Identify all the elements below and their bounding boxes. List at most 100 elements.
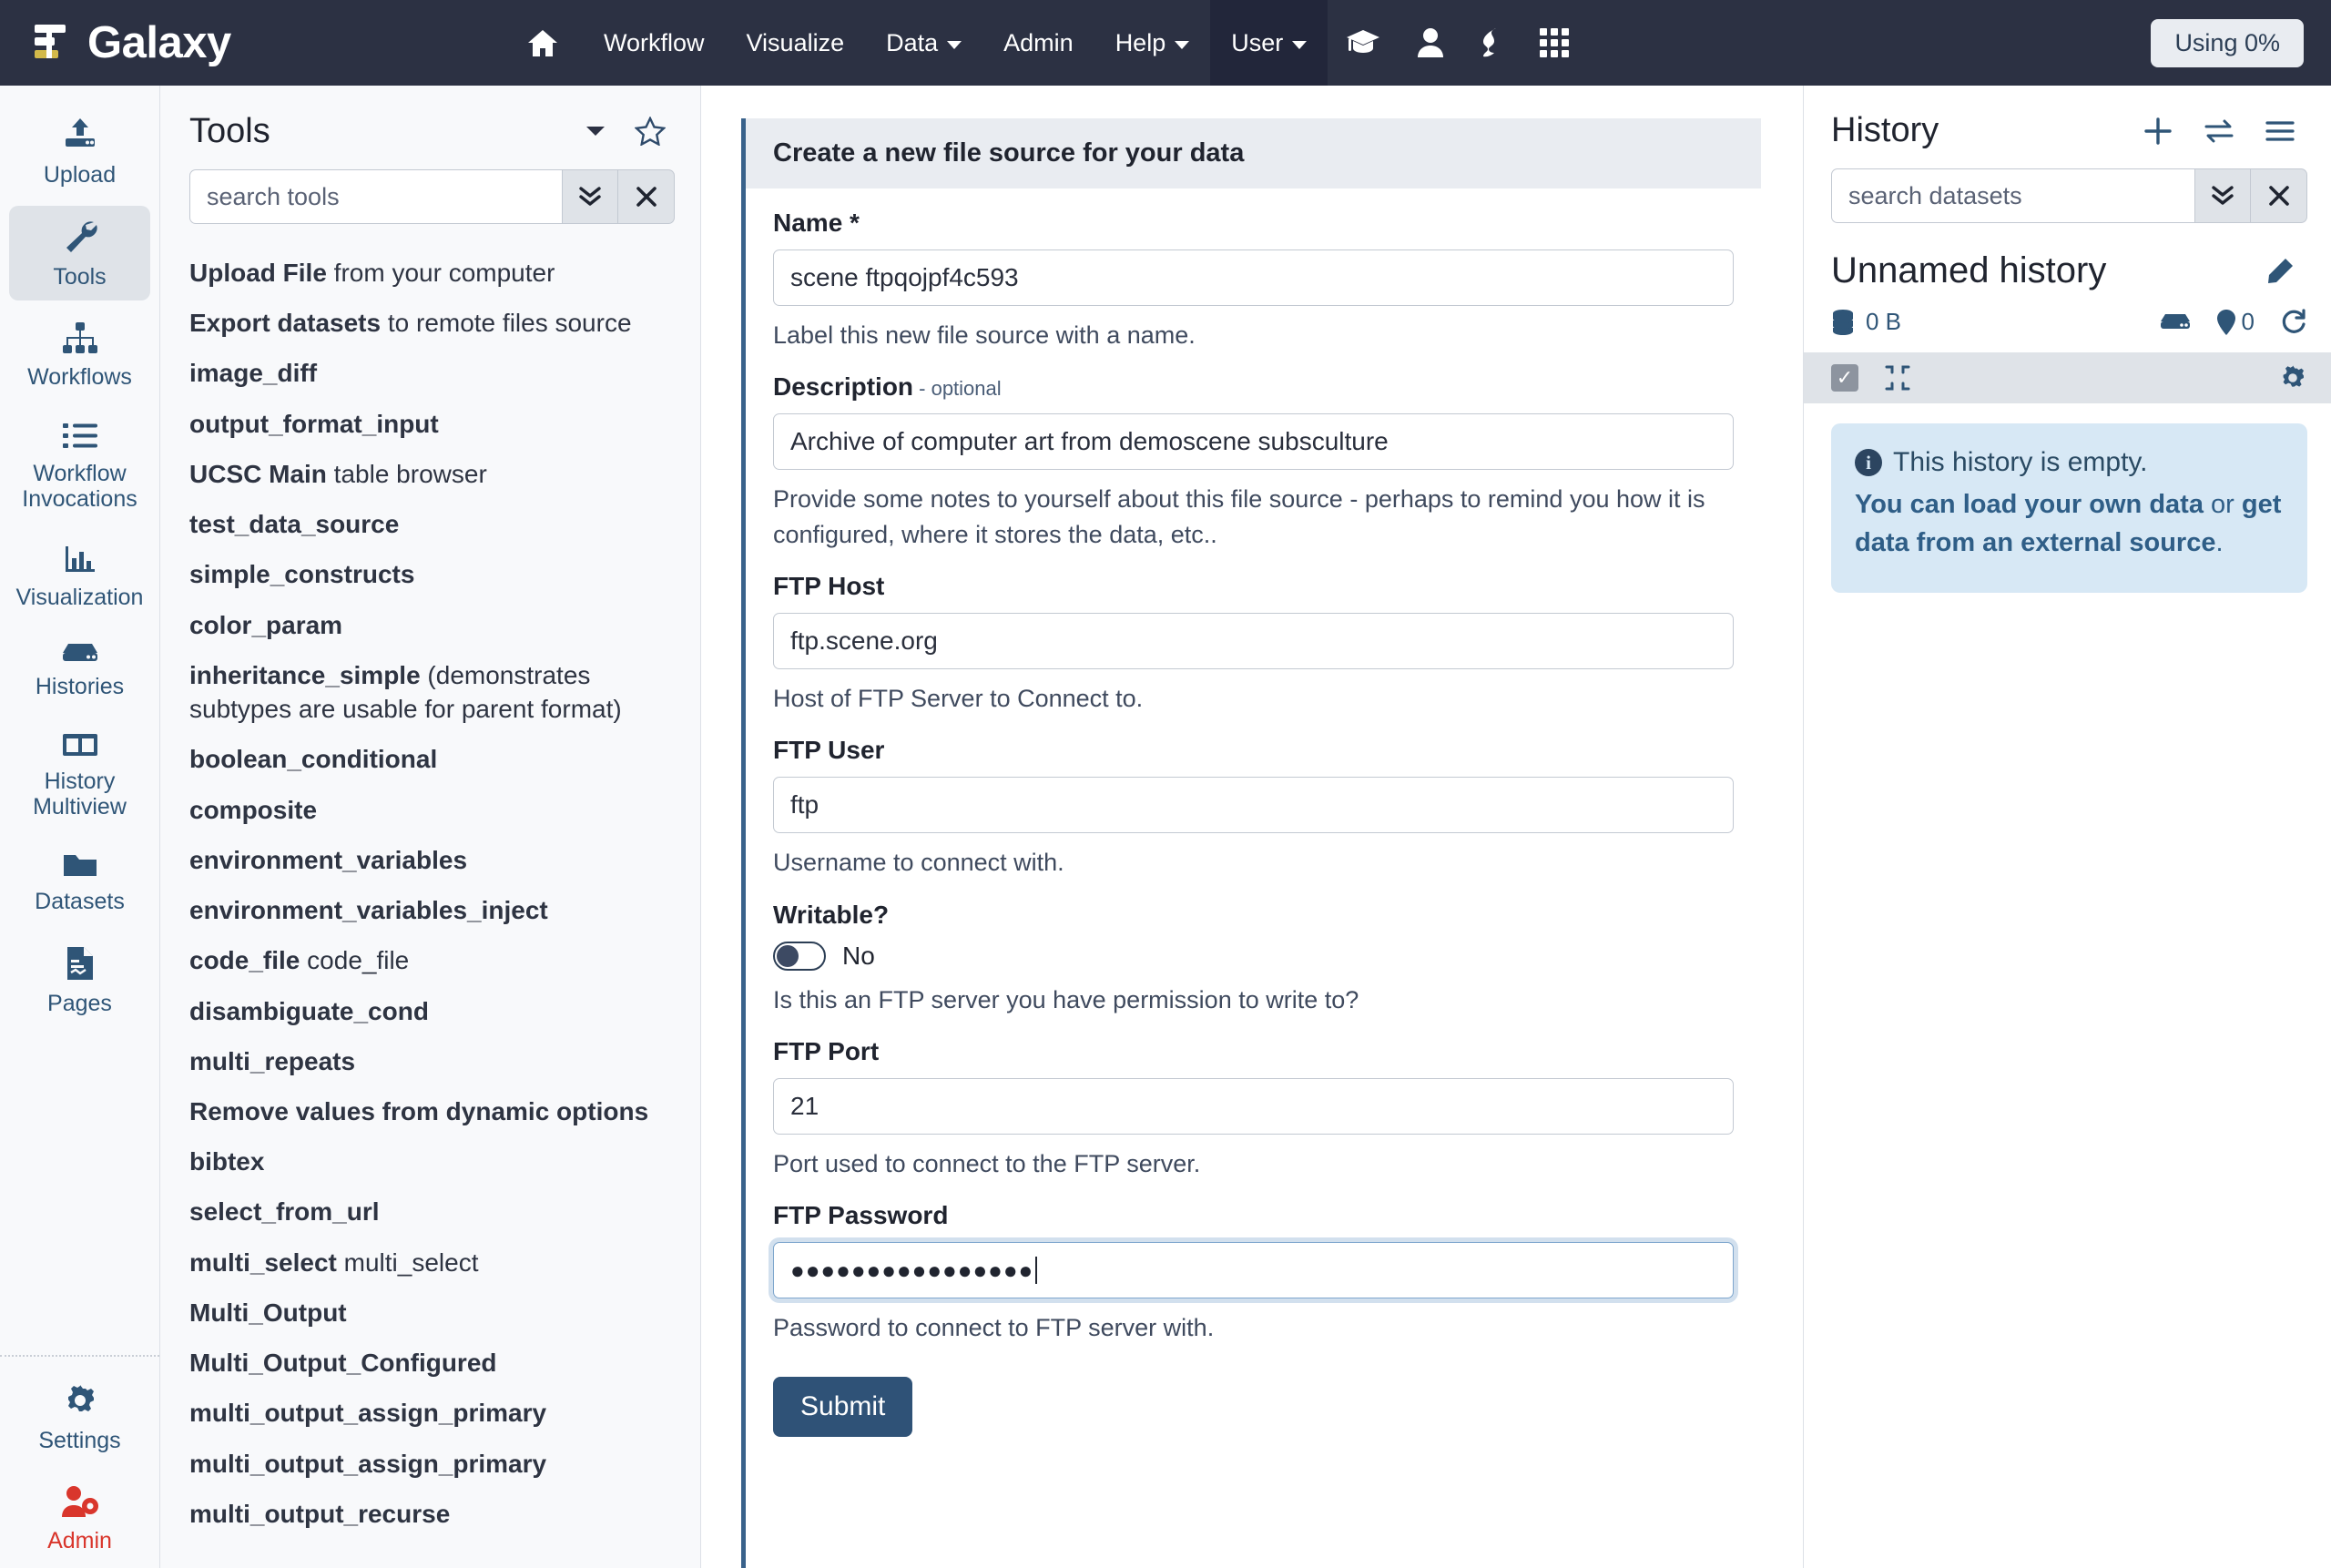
- activity-item-admin[interactable]: Admin: [9, 1471, 150, 1564]
- writable-toggle[interactable]: [773, 942, 826, 971]
- activity-label: Visualization: [16, 585, 144, 610]
- activity-item-visualization[interactable]: Visualization: [9, 530, 150, 621]
- advanced-search-button[interactable]: [562, 169, 618, 224]
- info-icon: i: [1855, 449, 1882, 476]
- field-label: Description - optional: [773, 372, 1734, 402]
- field-input-ftp-port[interactable]: [773, 1078, 1734, 1135]
- checkbox-checked-icon[interactable]: ✓: [1831, 364, 1858, 392]
- field-help-text: Password to connect to FTP server with.: [773, 1310, 1734, 1345]
- nav-visualize[interactable]: Visualize: [726, 0, 866, 86]
- activity-item-tools[interactable]: Tools: [9, 206, 150, 300]
- field-input-ftp-password[interactable]: ●●●●●●●●●●●●●●●●: [773, 1242, 1734, 1298]
- clear-search-button[interactable]: [618, 169, 675, 224]
- field-input-ftp-user[interactable]: [773, 777, 1734, 833]
- activity-item-workflow-invocations[interactable]: Workflow Invocations: [9, 408, 150, 523]
- empty-title: This history is empty.: [1893, 447, 2148, 478]
- tool-list-item[interactable]: inheritance_simple (demonstrates subtype…: [189, 650, 684, 734]
- body: Upload Tools: [0, 86, 2331, 1568]
- tool-list-item[interactable]: multi_output_recurse: [189, 1489, 684, 1539]
- search-tools-input[interactable]: [189, 169, 562, 224]
- search-datasets-input[interactable]: [1831, 168, 2194, 223]
- tool-list-item[interactable]: image_diff: [189, 348, 684, 398]
- brand[interactable]: Galaxy: [0, 0, 510, 86]
- refresh-icon[interactable]: [2280, 309, 2307, 336]
- tool-list-item[interactable]: select_from_url: [189, 1186, 684, 1237]
- activity-item-histories[interactable]: Histories: [9, 628, 150, 710]
- tool-list-item[interactable]: test_data_source: [189, 499, 684, 549]
- tool-list-item[interactable]: disambiguate_cond: [189, 986, 684, 1036]
- field-input-name[interactable]: [773, 249, 1734, 306]
- columns-icon: [61, 730, 99, 759]
- tool-list-item[interactable]: color_param: [189, 600, 684, 650]
- load-own-data-link[interactable]: You can load your own data: [1855, 490, 2204, 519]
- tool-list-item[interactable]: UCSC Main table browser: [189, 449, 684, 499]
- folder-icon: [61, 850, 99, 880]
- field-help-text: Is this an FTP server you have permissio…: [773, 983, 1734, 1017]
- tool-list-item[interactable]: Multi_Output: [189, 1288, 684, 1338]
- pencil-icon[interactable]: [2253, 253, 2307, 290]
- apps-grid-button[interactable]: [1521, 0, 1588, 86]
- history-header: History: [1804, 86, 2331, 156]
- tool-list-item[interactable]: code_file code_file: [189, 935, 684, 985]
- activity-item-datasets[interactable]: Datasets: [9, 838, 150, 925]
- exchange-icon[interactable]: [2191, 114, 2247, 148]
- empty-line-1: i This history is empty.: [1855, 447, 2284, 478]
- field-help-text: Label this new file source with a name.: [773, 318, 1734, 352]
- star-outline-icon[interactable]: [626, 111, 675, 151]
- account-button[interactable]: [1399, 0, 1462, 86]
- tool-list-item[interactable]: multi_select multi_select: [189, 1237, 684, 1288]
- usage-badge[interactable]: Using 0%: [2151, 19, 2304, 67]
- tool-list-item[interactable]: multi_output_assign_primary: [189, 1439, 684, 1489]
- tool-list-item[interactable]: composite: [189, 785, 684, 835]
- nav-data[interactable]: Data: [865, 0, 982, 86]
- required-marker: *: [842, 209, 860, 237]
- tool-list-item[interactable]: output_format_input: [189, 399, 684, 449]
- user-gear-icon: [60, 1484, 100, 1519]
- history-tags[interactable]: 0: [2216, 308, 2255, 336]
- tool-list-item[interactable]: Upload File from your computer: [189, 248, 684, 298]
- tool-list-item[interactable]: Multi_Output_Configured: [189, 1338, 684, 1388]
- history-name-row: Unnamed history: [1804, 238, 2331, 299]
- submit-button[interactable]: Submit: [773, 1377, 912, 1437]
- form-field-ftp-user: FTP UserUsername to connect with.: [773, 736, 1734, 880]
- field-input-description[interactable]: [773, 413, 1734, 470]
- tool-name: output_format_input: [189, 410, 439, 438]
- clear-search-button[interactable]: [2251, 168, 2307, 223]
- nav-home[interactable]: [510, 0, 583, 86]
- field-help-text: Username to connect with.: [773, 845, 1734, 880]
- field-input-ftp-host[interactable]: [773, 613, 1734, 669]
- tool-list-item[interactable]: Remove values from dynamic options: [189, 1086, 684, 1136]
- activity-item-settings[interactable]: Settings: [9, 1369, 150, 1464]
- tool-list-item[interactable]: multi_output_assign_primary: [189, 1388, 684, 1438]
- hamburger-icon[interactable]: [2253, 116, 2307, 147]
- tutorials-button[interactable]: [1328, 0, 1399, 86]
- notifications-button[interactable]: [1462, 0, 1521, 86]
- database-icon: [1831, 309, 1855, 336]
- tool-list-item[interactable]: boolean_conditional: [189, 734, 684, 784]
- history-title: History: [1831, 111, 2125, 150]
- field-label: Writable?: [773, 901, 1734, 930]
- nav-help[interactable]: Help: [1094, 0, 1211, 86]
- tool-list-item[interactable]: environment_variables: [189, 835, 684, 885]
- tool-list-item[interactable]: bibtex: [189, 1136, 684, 1186]
- tool-list-item[interactable]: Export datasets to remote files source: [189, 298, 684, 348]
- plus-icon[interactable]: [2131, 113, 2185, 149]
- hard-drive-icon[interactable]: [2160, 312, 2191, 332]
- tool-list-item[interactable]: simple_constructs: [189, 549, 684, 599]
- activity-item-history-multiview[interactable]: History Multiview: [9, 718, 150, 830]
- tool-list-item[interactable]: environment_variables_inject: [189, 885, 684, 935]
- tool-list-item[interactable]: multi_repeats: [189, 1036, 684, 1086]
- nav-admin[interactable]: Admin: [982, 0, 1094, 86]
- chevron-down-icon: [1175, 41, 1189, 49]
- nav-user[interactable]: User: [1210, 0, 1328, 86]
- chevron-down-icon[interactable]: [575, 117, 616, 145]
- activity-item-pages[interactable]: Pages: [9, 932, 150, 1027]
- history-name[interactable]: Unnamed history: [1831, 250, 2244, 291]
- gear-icon[interactable]: [2278, 363, 2307, 392]
- activity-item-workflows[interactable]: Workflows: [9, 308, 150, 401]
- activity-item-upload[interactable]: Upload: [9, 104, 150, 199]
- activity-label: Datasets: [35, 889, 125, 914]
- collapse-icon[interactable]: [1884, 364, 1911, 392]
- advanced-search-button[interactable]: [2194, 168, 2251, 223]
- nav-workflow[interactable]: Workflow: [583, 0, 726, 86]
